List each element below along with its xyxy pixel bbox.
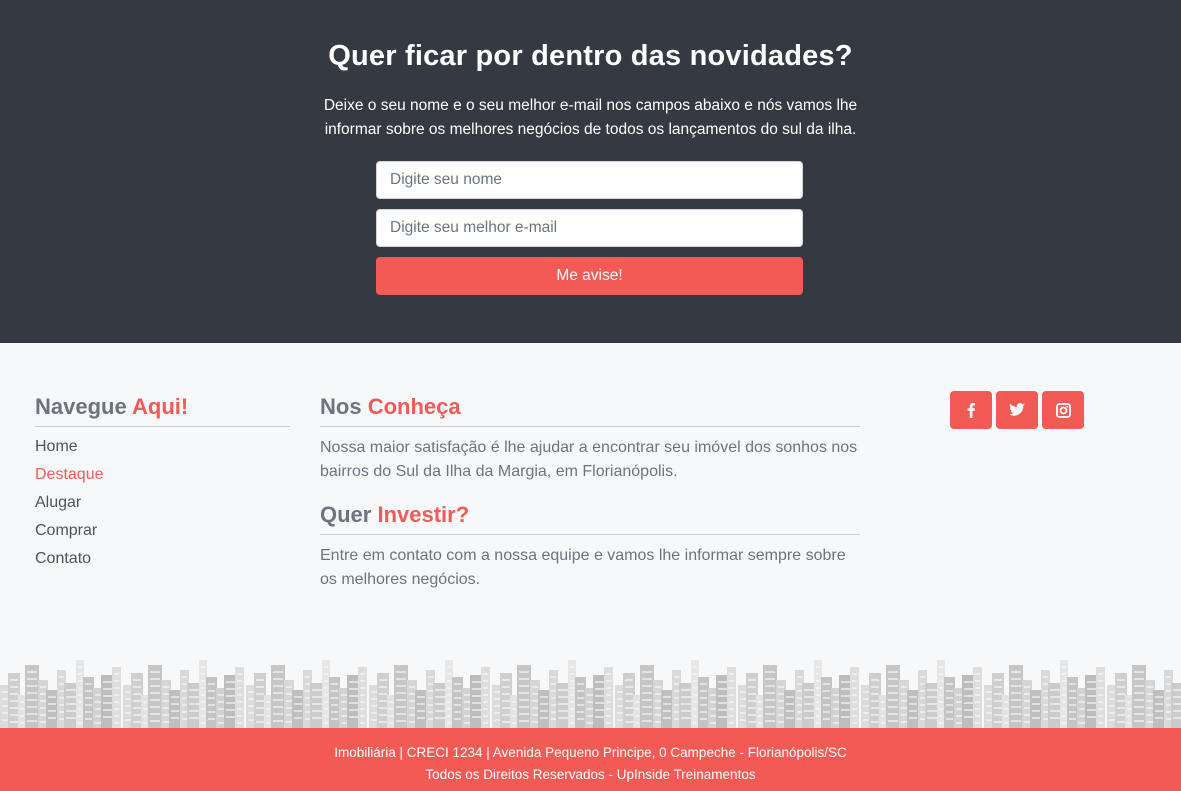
- invest-divider: [320, 534, 860, 535]
- newsletter-title: Quer ficar por dentro das novidades?: [328, 40, 853, 72]
- bottom-footer: Imobiliária | CRECI 1234 | Avenida Peque…: [0, 728, 1181, 791]
- invest-heading: Quer Investir?: [320, 502, 470, 527]
- footer-link-home[interactable]: Home: [35, 438, 78, 456]
- instagram-icon: [1055, 402, 1071, 418]
- email-input[interactable]: [376, 209, 803, 247]
- about-heading: Nos Conheça: [320, 394, 461, 419]
- facebook-button[interactable]: [950, 391, 992, 429]
- about-text: Nossa maior satisfação é lhe ajudar a en…: [320, 439, 858, 480]
- city-skyline-illustration: [0, 660, 1181, 728]
- newsletter-description: Deixe o seu nome e o seu melhor e-mail n…: [323, 97, 858, 138]
- footer-link-contato[interactable]: Contato: [35, 550, 91, 568]
- newsletter-section: Quer ficar por dentro das novidades? Dei…: [0, 0, 1181, 343]
- twitter-icon: [1009, 403, 1025, 416]
- footer-link-comprar[interactable]: Comprar: [35, 522, 97, 540]
- footer-address: Imobiliária | CRECI 1234 | Avenida Peque…: [334, 745, 847, 760]
- facebook-icon: [967, 403, 976, 418]
- name-input[interactable]: [376, 161, 803, 199]
- invest-text: Entre em contato com a nossa equipe e va…: [320, 547, 846, 588]
- notify-me-button[interactable]: Me avise!: [376, 257, 803, 295]
- about-divider: [320, 426, 860, 427]
- navigate-heading: Navegue Aqui!: [35, 394, 189, 419]
- navigate-divider: [35, 426, 290, 427]
- footer-link-destaque[interactable]: Destaque: [35, 466, 104, 484]
- instagram-button[interactable]: [1042, 391, 1084, 429]
- footer-link-alugar[interactable]: Alugar: [35, 494, 81, 512]
- twitter-button[interactable]: [996, 391, 1038, 429]
- footer-copyright: Todos os Direitos Reservados - UpInside …: [425, 767, 756, 782]
